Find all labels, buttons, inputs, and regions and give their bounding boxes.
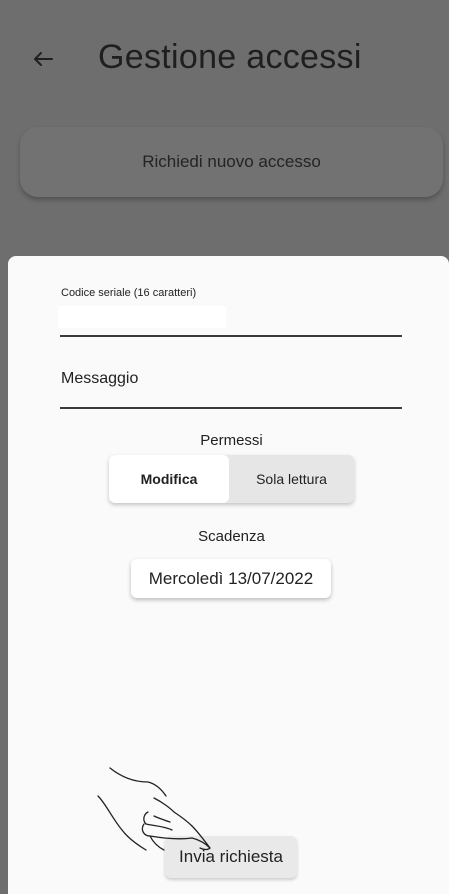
request-new-access-button[interactable]: Richiedi nuovo accesso (20, 127, 443, 197)
submit-request-button[interactable]: Invia richiesta (165, 836, 297, 878)
expiry-date-button[interactable]: Mercoledì 13/07/2022 (131, 559, 331, 598)
app-bar: Gestione accessi (0, 0, 449, 120)
serial-code-input[interactable] (58, 306, 226, 328)
permissions-toggle: Modifica Sola lettura (109, 455, 354, 503)
serial-code-label: Codice seriale (16 caratteri) (61, 287, 197, 299)
permission-option-read-only[interactable]: Sola lettura (229, 455, 354, 503)
arrow-left-icon[interactable] (28, 44, 58, 74)
permission-option-edit[interactable]: Modifica (109, 455, 229, 503)
message-underline (60, 407, 402, 409)
serial-code-underline (60, 335, 402, 337)
page-title: Gestione accessi (98, 38, 362, 76)
message-field[interactable]: Messaggio (61, 370, 138, 388)
expiry-title: Scadenza (198, 528, 265, 545)
permissions-title: Permessi (200, 432, 263, 449)
